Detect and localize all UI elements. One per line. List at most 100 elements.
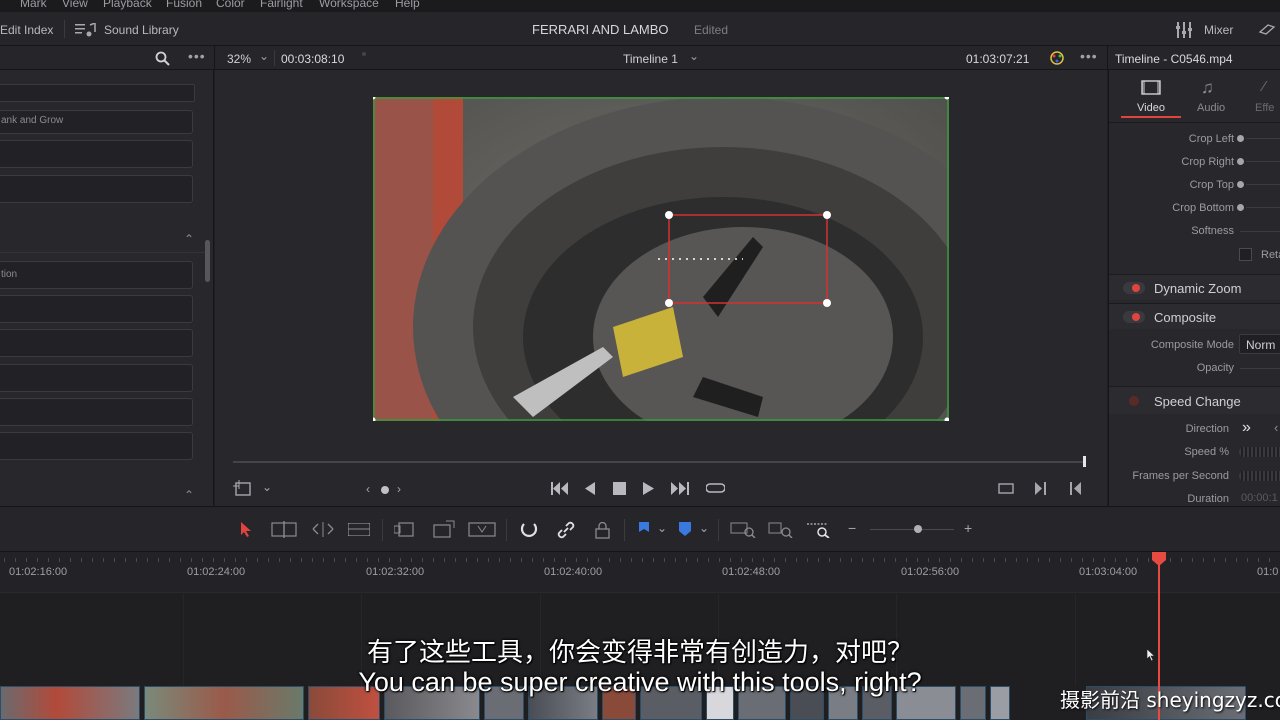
zoom-in-plus-icon[interactable]: + <box>964 521 972 535</box>
retain-checkbox[interactable] <box>1239 248 1252 261</box>
mixer-button[interactable]: Mixer <box>1204 23 1233 37</box>
search-icon[interactable] <box>155 51 170 66</box>
match-frame-icon[interactable] <box>997 482 1015 495</box>
menu-playback[interactable]: Playback <box>103 0 152 10</box>
softness-slider[interactable] <box>1240 231 1280 232</box>
play-icon[interactable] <box>643 482 655 495</box>
opacity-slider[interactable] <box>1240 368 1280 369</box>
custom-zoom-icon[interactable] <box>806 521 832 538</box>
speed-change-toggle[interactable] <box>1129 396 1139 406</box>
viewer-options-icon[interactable]: ••• <box>1080 48 1098 64</box>
list-item[interactable] <box>0 140 193 168</box>
zoom-out-minus-icon[interactable]: − <box>848 521 856 535</box>
overwrite-clip-icon[interactable] <box>432 520 456 539</box>
selection-arrow-icon[interactable] <box>240 521 252 538</box>
transform-icon[interactable] <box>233 480 253 497</box>
list-item[interactable] <box>0 398 193 426</box>
ruler-tick <box>202 558 203 562</box>
tab-video[interactable]: Video <box>1121 78 1181 118</box>
zoom-chevron-down-icon[interactable]: ⌄ <box>259 49 269 63</box>
timeline-chevron-down-icon[interactable]: ⌄ <box>689 49 699 63</box>
metadata-icon[interactable] <box>1258 24 1276 36</box>
list-item[interactable] <box>0 364 193 392</box>
transform-chevron-down-icon[interactable]: ⌄ <box>262 481 272 493</box>
speed-percent-field[interactable] <box>1239 447 1280 457</box>
play-reverse-icon[interactable] <box>585 482 597 495</box>
flag-chevron-down-icon[interactable]: ⌄ <box>657 522 667 534</box>
crop-bottom-slider[interactable] <box>1237 204 1244 211</box>
zoom-slider-handle[interactable] <box>914 525 922 533</box>
direction-reverse-icon[interactable]: ‹ <box>1274 420 1278 435</box>
list-item[interactable]: tion <box>0 261 193 289</box>
composite-mode-select[interactable]: Norm <box>1239 334 1280 354</box>
composite-toggle[interactable] <box>1123 311 1145 323</box>
left-panel-scrollbar[interactable] <box>205 240 210 282</box>
edit-index-button[interactable]: Edit Index <box>0 23 53 37</box>
timeline-ruler[interactable]: 01:02:16:00 01:02:24:00 01:02:32:00 01:0… <box>0 552 1280 592</box>
playhead-handle[interactable] <box>1152 552 1166 566</box>
menu-help[interactable]: Help <box>395 0 420 10</box>
scrubber-track[interactable] <box>233 461 1085 463</box>
tab-audio[interactable]: ♫ Audio <box>1183 78 1239 118</box>
replace-clip-icon[interactable] <box>468 520 496 539</box>
divider <box>718 519 719 541</box>
trim-edit-icon[interactable] <box>271 521 297 538</box>
list-item[interactable]: ank and Grow <box>0 110 193 134</box>
mark-out-icon[interactable] <box>1070 482 1082 495</box>
mixer-icon[interactable] <box>1176 22 1194 38</box>
zoom-slider-track[interactable] <box>870 529 954 530</box>
section-composite[interactable]: Composite <box>1109 303 1280 329</box>
menu-color[interactable]: Color <box>216 0 245 10</box>
menu-view[interactable]: View <box>62 0 88 10</box>
menu-fairlight[interactable]: Fairlight <box>260 0 303 10</box>
left-panel-options-icon[interactable]: ••• <box>188 48 206 64</box>
crop-top-slider[interactable] <box>1237 181 1244 188</box>
zoom-level[interactable]: 32% <box>227 52 251 66</box>
menu-workspace[interactable]: Workspace <box>319 0 379 10</box>
stop-icon[interactable] <box>613 482 626 495</box>
sound-library-icon[interactable] <box>75 23 97 37</box>
section-dynamic-zoom[interactable]: Dynamic Zoom <box>1109 274 1280 300</box>
collapse-chevron-up-icon[interactable]: ⌃ <box>184 488 194 502</box>
snapping-magnet-icon[interactable] <box>520 521 538 539</box>
tab-effects[interactable]: ⁄ Effe <box>1249 78 1280 118</box>
dynamic-zoom-toggle[interactable] <box>1123 282 1145 294</box>
go-to-start-icon[interactable] <box>551 482 569 495</box>
insert-clip-icon[interactable] <box>394 520 418 539</box>
video-frame[interactable] <box>373 97 949 421</box>
color-wheel-icon[interactable] <box>1049 50 1065 66</box>
flag-icon[interactable] <box>638 522 650 537</box>
next-arrow-icon[interactable]: › <box>397 483 401 495</box>
menu-mark[interactable]: Mark <box>20 0 47 10</box>
full-extent-zoom-icon[interactable] <box>730 521 756 538</box>
search-field[interactable] <box>0 84 195 102</box>
sound-library-button[interactable]: Sound Library <box>104 23 179 37</box>
menu-fusion[interactable]: Fusion <box>166 0 202 10</box>
linked-selection-icon[interactable] <box>556 521 576 539</box>
collapse-chevron-up-icon[interactable]: ⌃ <box>184 232 194 246</box>
go-to-end-icon[interactable] <box>671 482 689 495</box>
crop-right-slider[interactable] <box>1237 158 1244 165</box>
dynamic-trim-icon[interactable] <box>310 521 336 538</box>
loop-icon[interactable] <box>706 480 725 496</box>
list-item[interactable] <box>0 295 193 323</box>
marker-chevron-down-icon[interactable]: ⌄ <box>699 522 709 534</box>
blade-edit-icon[interactable] <box>348 523 370 536</box>
jog-dot-icon[interactable] <box>381 486 389 494</box>
direction-forward-icon[interactable]: » <box>1242 419 1251 437</box>
list-item[interactable] <box>0 432 193 460</box>
position-lock-icon[interactable] <box>595 521 610 539</box>
scrubber-playhead[interactable] <box>1083 456 1086 467</box>
previous-arrow-icon[interactable]: ‹ <box>366 483 370 495</box>
duration-value[interactable]: 00:00:1 <box>1241 492 1278 504</box>
section-speed-change[interactable]: Speed Change <box>1109 386 1280 414</box>
crop-left-slider[interactable] <box>1237 135 1244 142</box>
ruler-tick <box>763 558 764 562</box>
list-item[interactable] <box>0 329 193 357</box>
marker-icon[interactable] <box>678 522 692 537</box>
timeline-name[interactable]: Timeline 1 <box>623 52 678 66</box>
fps-field[interactable] <box>1239 471 1280 481</box>
detail-zoom-icon[interactable] <box>768 521 794 538</box>
mark-in-icon[interactable] <box>1035 482 1047 495</box>
list-item[interactable] <box>0 175 193 203</box>
